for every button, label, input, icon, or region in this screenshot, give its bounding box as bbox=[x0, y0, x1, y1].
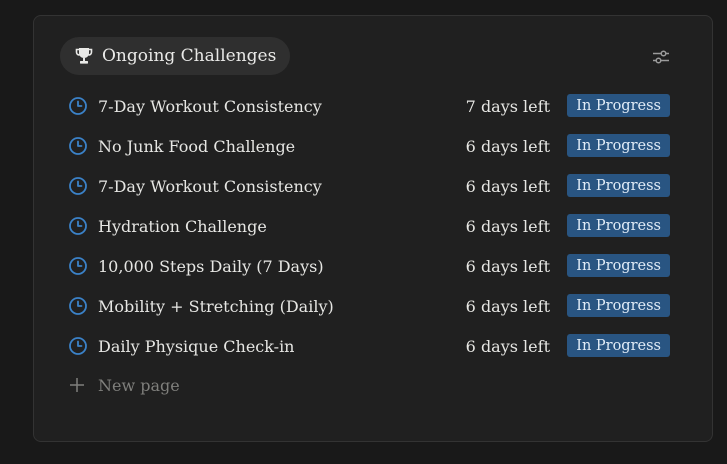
clock-icon bbox=[69, 297, 87, 315]
plus-icon bbox=[70, 378, 84, 392]
new-page-button[interactable]: New page bbox=[68, 366, 678, 404]
clock-icon bbox=[69, 217, 87, 235]
days-left: 6 days left bbox=[465, 336, 550, 356]
status-badge: In Progress bbox=[567, 94, 670, 117]
new-page-label: New page bbox=[98, 375, 180, 395]
list-item[interactable]: 7-Day Workout Consistency 7 days left In… bbox=[68, 86, 678, 126]
challenge-title: 10,000 Steps Daily (7 Days) bbox=[98, 256, 324, 276]
status-badge: In Progress bbox=[567, 174, 670, 197]
challenge-title: 7-Day Workout Consistency bbox=[98, 176, 322, 196]
days-left: 6 days left bbox=[465, 296, 550, 316]
days-left: 6 days left bbox=[465, 136, 550, 156]
challenges-card: Ongoing Challenges 7-Day Workout Consist… bbox=[33, 15, 713, 442]
list-item[interactable]: Hydration Challenge 6 days left In Progr… bbox=[68, 206, 678, 246]
list-item[interactable]: 10,000 Steps Daily (7 Days) 6 days left … bbox=[68, 246, 678, 286]
status-badge: In Progress bbox=[567, 254, 670, 277]
list-item[interactable]: 7-Day Workout Consistency 6 days left In… bbox=[68, 166, 678, 206]
challenge-title: Daily Physique Check-in bbox=[98, 336, 295, 356]
list-item[interactable]: Daily Physique Check-in 6 days left In P… bbox=[68, 326, 678, 366]
status-badge: In Progress bbox=[567, 134, 670, 157]
view-title: Ongoing Challenges bbox=[102, 46, 277, 66]
clock-icon bbox=[69, 137, 87, 155]
sliders-icon bbox=[653, 50, 669, 64]
ongoing-challenges-tab[interactable]: Ongoing Challenges bbox=[60, 37, 291, 75]
challenge-title: Hydration Challenge bbox=[98, 216, 267, 236]
trophy-icon bbox=[75, 48, 93, 64]
list-item[interactable]: Mobility + Stretching (Daily) 6 days lef… bbox=[68, 286, 678, 326]
status-badge: In Progress bbox=[567, 334, 670, 357]
status-badge: In Progress bbox=[567, 214, 670, 237]
days-left: 6 days left bbox=[465, 176, 550, 196]
list-item[interactable]: No Junk Food Challenge 6 days left In Pr… bbox=[68, 126, 678, 166]
clock-icon bbox=[69, 337, 87, 355]
challenge-title: 7-Day Workout Consistency bbox=[98, 96, 322, 116]
clock-icon bbox=[69, 177, 87, 195]
challenge-title: No Junk Food Challenge bbox=[98, 136, 296, 156]
clock-icon bbox=[69, 97, 87, 115]
view-settings-button[interactable] bbox=[650, 46, 672, 68]
days-left: 7 days left bbox=[465, 96, 550, 116]
days-left: 6 days left bbox=[465, 256, 550, 276]
challenge-title: Mobility + Stretching (Daily) bbox=[98, 296, 334, 316]
days-left: 6 days left bbox=[465, 216, 550, 236]
challenge-list: 7-Day Workout Consistency 7 days left In… bbox=[68, 86, 678, 404]
status-badge: In Progress bbox=[567, 294, 670, 317]
clock-icon bbox=[69, 257, 87, 275]
